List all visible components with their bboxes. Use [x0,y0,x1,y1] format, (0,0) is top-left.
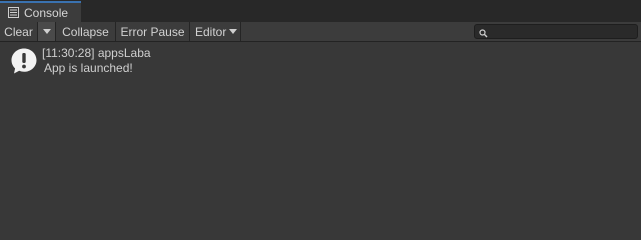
search-icon [479,27,488,38]
log-entry[interactable]: [11:30:28] appsLaba App is launched! [0,42,641,82]
console-window: Console Clear Collapse Error Pause Edito… [0,0,641,239]
tab-console-label: Console [24,5,69,20]
search-input[interactable] [474,24,638,39]
error-pause-toggle[interactable]: Error Pause [116,22,190,41]
log-entry-message: App is launched! [44,61,133,75]
log-list[interactable]: [11:30:28] appsLaba App is launched! [0,42,641,239]
console-list-icon [8,7,19,18]
tab-console[interactable]: Console [0,1,81,22]
chevron-down-icon [229,29,238,34]
chevron-down-icon [42,29,51,34]
clear-options-dropdown[interactable] [38,22,56,41]
editor-dropdown[interactable]: Editor [190,22,241,41]
editor-dropdown-label: Editor [195,24,227,39]
tab-strip: Console [0,0,641,22]
info-message-icon [10,47,38,75]
log-entry-header: [11:30:28] appsLaba [42,46,151,60]
collapse-toggle[interactable]: Collapse [56,22,116,41]
clear-button[interactable]: Clear [0,22,38,41]
